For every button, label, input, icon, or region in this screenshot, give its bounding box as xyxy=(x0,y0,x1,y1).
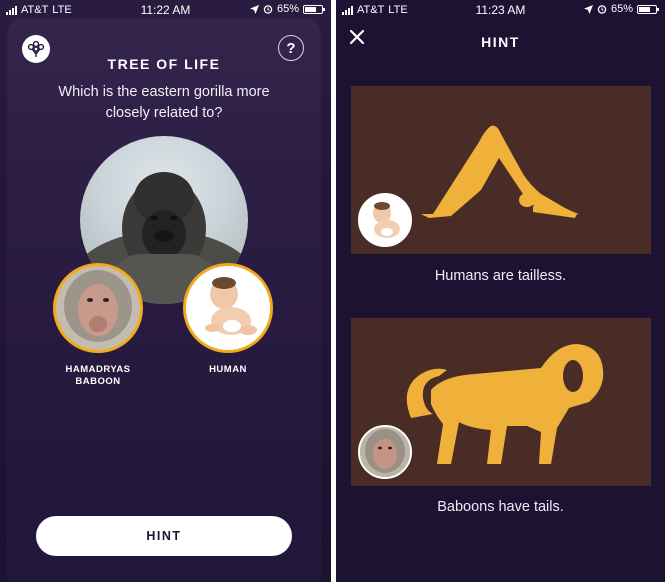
screenshot-root: AT&T LTE 11:22 AM 65% ? TREE OF LIFE Whi… xyxy=(0,0,665,582)
quiz-screen: AT&T LTE 11:22 AM 65% ? TREE OF LIFE Whi… xyxy=(0,0,331,582)
status-right: 65% xyxy=(249,3,325,15)
status-bar: AT&T LTE 11:22 AM 65% xyxy=(0,0,331,20)
human-choice-label: HUMAN xyxy=(209,364,247,375)
alarm-icon xyxy=(263,5,273,14)
hint-title: HINT xyxy=(481,34,520,50)
human-avatar xyxy=(358,193,412,247)
battery-icon xyxy=(303,4,325,14)
baboon-hint-panel xyxy=(351,318,651,486)
status-bar: AT&T LTE 11:23 AM 65% xyxy=(336,0,665,20)
baboon-choice-label: HAMADRYAS BABOON xyxy=(65,364,131,387)
alarm-icon xyxy=(597,5,607,14)
battery-percent: 65% xyxy=(276,3,299,15)
baboon-hint-caption: Baboons have tails. xyxy=(437,499,564,515)
quiz-card: ? TREE OF LIFE Which is the eastern gori… xyxy=(8,19,320,582)
battery-icon xyxy=(637,4,659,14)
location-icon xyxy=(583,4,593,14)
question-text: Which is the eastern gorilla more closel… xyxy=(58,84,270,121)
battery-percent: 65% xyxy=(610,3,633,15)
page-title: TREE OF LIFE xyxy=(107,56,221,72)
baboon-avatar xyxy=(358,425,412,479)
human-choice[interactable] xyxy=(183,263,273,353)
status-right: 65% xyxy=(583,3,659,15)
human-hint-panel xyxy=(351,86,651,254)
hint-screen: AT&T LTE 11:23 AM 65% HINT Humans are ta… xyxy=(336,0,665,582)
baboon-choice[interactable] xyxy=(53,263,143,353)
location-icon xyxy=(249,4,259,14)
human-hint-caption: Humans are tailless. xyxy=(434,268,567,284)
hint-button[interactable]: HINT xyxy=(36,516,292,556)
